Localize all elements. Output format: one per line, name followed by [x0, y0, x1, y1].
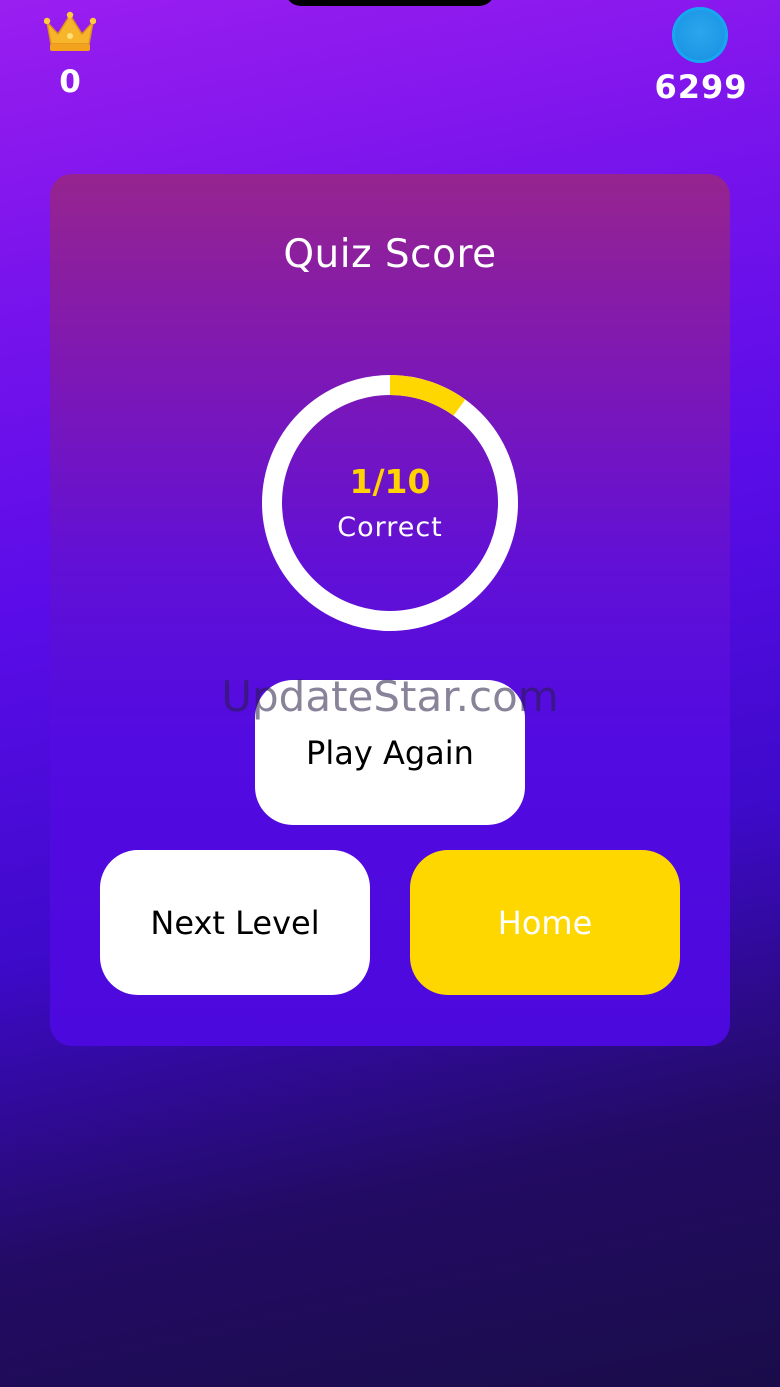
crown-icon [43, 10, 97, 54]
quiz-score-card: Quiz Score 1/10 Correct Play Again Next … [50, 174, 730, 1046]
card-title: Quiz Score [283, 232, 497, 277]
home-button[interactable]: Home [410, 850, 680, 995]
progress-track [262, 375, 518, 631]
score-caption: Correct [337, 512, 443, 543]
score-value: 1/10 [349, 462, 431, 501]
device-notch [285, 0, 495, 6]
next-level-button[interactable]: Next Level [100, 850, 370, 995]
score-progress-ring [262, 375, 518, 631]
play-again-button[interactable]: Play Again [255, 680, 525, 825]
coin-count: 6299 [654, 68, 748, 106]
crown-count: 0 [59, 64, 81, 100]
coin-icon [672, 7, 728, 63]
